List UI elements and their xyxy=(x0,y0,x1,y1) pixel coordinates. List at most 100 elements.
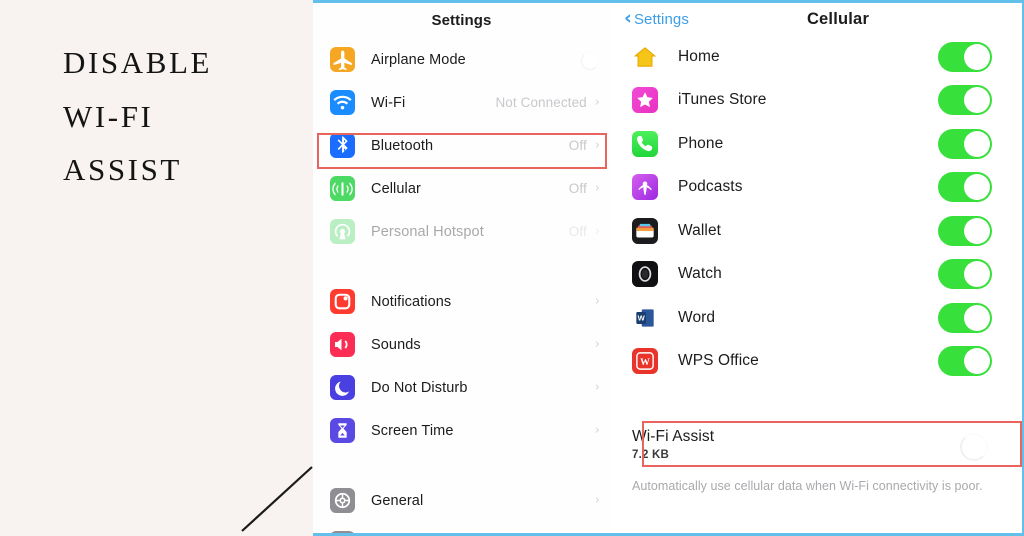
svg-text:W: W xyxy=(638,313,646,322)
control-center-icon xyxy=(330,531,355,533)
hourglass-icon xyxy=(330,418,355,443)
page-title-line-3: ASSIST xyxy=(63,152,182,188)
sidebar-item-label: Bluetooth xyxy=(371,137,434,154)
back-button-label: Settings xyxy=(633,10,689,28)
wifi-icon xyxy=(330,90,355,115)
hotspot-icon xyxy=(330,219,355,244)
sidebar-item-label: Do Not Disturb xyxy=(371,379,468,396)
svg-text:W: W xyxy=(640,357,650,368)
cellular-toggle-wallet[interactable] xyxy=(938,215,992,246)
wps-office-icon: W xyxy=(632,348,658,375)
sidebar-item-wifi[interactable]: Wi-Fi Not Connected › xyxy=(313,81,610,124)
sidebar-item-value: Off xyxy=(568,138,587,153)
sidebar-item-label: Airplane Mode xyxy=(371,51,466,68)
sidebar-item-airplane-mode[interactable]: Airplane Mode xyxy=(313,38,610,81)
home-app-icon xyxy=(632,43,658,70)
sidebar-item-control[interactable]: › xyxy=(595,424,600,437)
app-label: WPS Office xyxy=(678,352,759,370)
airplane-icon xyxy=(330,47,355,72)
podcasts-app-icon xyxy=(632,174,658,201)
sidebar-group-gap-2 xyxy=(313,452,610,479)
airplane-mode-toggle[interactable] xyxy=(567,50,600,70)
cellular-app-row-watch[interactable]: Watch xyxy=(610,253,1022,297)
sidebar-item-control[interactable]: Off › xyxy=(569,138,600,153)
sidebar-item-label: Sounds xyxy=(371,336,421,353)
sidebar-item-label: Cellular xyxy=(371,180,421,197)
sidebar-item-notifications[interactable]: Notifications › xyxy=(313,280,610,323)
wifi-assist-toggle[interactable] xyxy=(940,429,992,461)
app-label: Watch xyxy=(678,265,722,283)
itunes-store-icon xyxy=(632,87,658,114)
cellular-app-row-word[interactable]: W Word xyxy=(610,296,1022,340)
wifi-assist-texts: Wi-Fi Assist 7.2 KB xyxy=(632,428,714,461)
cellular-app-row-podcasts[interactable]: Podcasts xyxy=(610,166,1022,210)
wallet-app-icon xyxy=(632,217,658,244)
gear-icon xyxy=(330,488,355,513)
sidebar-item-label: Screen Time xyxy=(371,422,454,439)
sidebar-item-cellular[interactable]: Cellular Off › xyxy=(313,167,610,210)
page-title-line-1: DISABLE xyxy=(63,45,213,80)
cellular-app-row-home[interactable]: Home xyxy=(610,35,1022,79)
chevron-right-icon: › xyxy=(594,493,600,508)
app-label: iTunes Store xyxy=(678,91,767,109)
cellular-toggle-phone[interactable] xyxy=(938,128,992,159)
cellular-app-row-wps-office[interactable]: W WPS Office xyxy=(610,340,1022,384)
sidebar-item-personal-hotspot[interactable]: Personal Hotspot Off › xyxy=(313,210,610,253)
watch-app-icon xyxy=(632,261,658,288)
wifi-assist-title: Wi-Fi Assist xyxy=(632,427,715,445)
sidebar-item-control[interactable] xyxy=(567,50,600,70)
app-label: Wallet xyxy=(678,221,722,239)
cellular-detail-pane: ‹ Settings Cellular Home iTunes Store Ph… xyxy=(610,3,1022,533)
sidebar-item-control[interactable]: › xyxy=(595,494,600,507)
sidebar-item-control[interactable]: › xyxy=(595,338,600,351)
wifi-assist-row[interactable]: Wi-Fi Assist 7.2 KB xyxy=(626,421,1022,467)
app-label: Phone xyxy=(678,134,724,152)
sidebar-title: Settings xyxy=(431,12,492,29)
phone-screenshot-capture: Settings Airplane Mode Wi-Fi Not Connect… xyxy=(313,0,1024,536)
cellular-toggle-wps-office[interactable] xyxy=(938,346,992,377)
sidebar-item-label: Wi-Fi xyxy=(371,94,406,111)
sidebar-item-value: Off xyxy=(568,224,587,239)
notifications-icon xyxy=(330,289,355,314)
wifi-assist-data-usage: 7.2 KB xyxy=(632,448,669,461)
sidebar-item-value: Not Connected xyxy=(495,95,587,110)
wifi-assist-section: Wi-Fi Assist 7.2 KB Automatically use ce… xyxy=(610,421,1022,496)
chevron-right-icon: › xyxy=(594,337,600,352)
promo-panel: DISABLE WI-FI ASSIST xyxy=(0,0,313,536)
sidebar-item-sounds[interactable]: Sounds › xyxy=(313,323,610,366)
sidebar-item-control[interactable]: Off › xyxy=(569,181,600,196)
cellular-toggle-podcasts[interactable] xyxy=(938,172,992,203)
cellular-toggle-watch[interactable] xyxy=(938,259,992,290)
sidebar-item-bluetooth[interactable]: Bluetooth Off › xyxy=(313,124,610,167)
word-app-icon: W xyxy=(632,304,658,331)
chevron-right-icon: › xyxy=(594,294,600,309)
sidebar-item-control-center[interactable]: Control Center › xyxy=(313,522,610,533)
cellular-toggle-itunes-store[interactable] xyxy=(938,85,992,116)
page-title-line-2: WI-FI xyxy=(63,98,154,134)
chevron-right-icon: › xyxy=(594,138,600,153)
sidebar-item-label: Personal Hotspot xyxy=(371,223,484,240)
phone-app-icon xyxy=(632,130,658,157)
sidebar-item-value: Off xyxy=(568,181,587,196)
sidebar-item-control[interactable]: › xyxy=(595,381,600,394)
cellular-toggle-word[interactable] xyxy=(938,302,992,333)
settings-sidebar: Settings Airplane Mode Wi-Fi Not Connect… xyxy=(313,3,610,533)
page-title: DISABLE WI-FI ASSIST xyxy=(63,36,303,197)
sidebar-item-control[interactable]: › xyxy=(595,295,600,308)
sidebar-item-do-not-disturb[interactable]: Do Not Disturb › xyxy=(313,366,610,409)
sidebar-item-general[interactable]: General › xyxy=(313,479,610,522)
sidebar-item-label: General xyxy=(371,492,424,509)
sidebar-item-control[interactable]: Not Connected › xyxy=(495,95,600,110)
cellular-app-row-phone[interactable]: Phone xyxy=(610,122,1022,166)
cellular-icon xyxy=(330,176,355,201)
decorative-diagonal-line xyxy=(238,463,318,535)
back-to-settings-button[interactable]: ‹ Settings xyxy=(624,8,689,28)
cellular-navbar: ‹ Settings Cellular xyxy=(610,3,1022,35)
sidebar-item-control[interactable]: Off › xyxy=(569,224,600,239)
chevron-right-icon: › xyxy=(594,380,600,395)
sidebar-item-screen-time[interactable]: Screen Time › xyxy=(313,409,610,452)
cellular-toggle-home[interactable] xyxy=(938,41,992,72)
app-label: Podcasts xyxy=(678,178,743,196)
cellular-app-row-wallet[interactable]: Wallet xyxy=(610,209,1022,253)
cellular-app-row-itunes-store[interactable]: iTunes Store xyxy=(610,79,1022,123)
